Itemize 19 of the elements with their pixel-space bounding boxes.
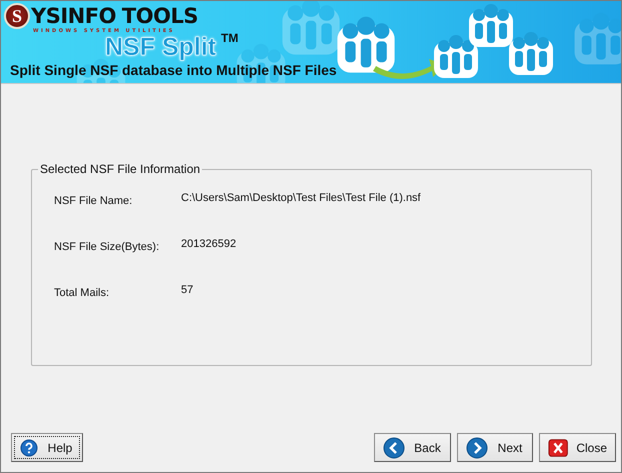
close-button[interactable]: Close xyxy=(539,433,616,462)
help-button[interactable]: Help xyxy=(11,433,83,462)
back-button[interactable]: Back xyxy=(374,433,451,462)
logo-emblem: S xyxy=(4,3,30,29)
field-label: Total Mails: xyxy=(54,287,110,299)
logo-name: TOOLS xyxy=(122,4,198,28)
help-icon xyxy=(20,438,38,456)
field-value: 201326592 xyxy=(181,238,238,250)
close-icon xyxy=(548,438,568,458)
product-subtitle: Split Single NSF database into Multiple NSF Files xyxy=(10,62,337,78)
group-title: Selected NSF File Information xyxy=(39,162,202,176)
trademark-mark: TM xyxy=(221,31,238,45)
field-label: NSF File Name: xyxy=(54,195,134,207)
field-label: NSF File Size(Bytes): xyxy=(54,241,160,253)
next-button[interactable]: Next xyxy=(457,433,533,462)
field-value: 57 xyxy=(181,284,194,296)
field-value: C:\Users\Sam\Desktop\Test Files\Test File (1).nsf xyxy=(181,192,422,204)
logo-name: YSINFO xyxy=(31,4,116,28)
product-title: NSF Split xyxy=(105,33,216,62)
